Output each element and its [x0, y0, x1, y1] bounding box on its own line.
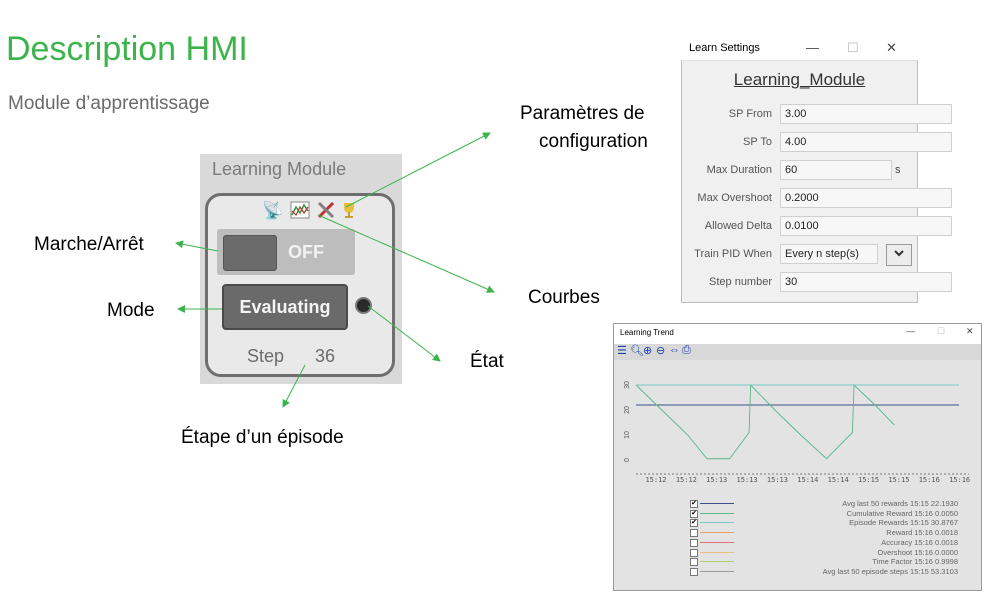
legend-swatch	[700, 570, 734, 572]
legend-checkbox[interactable]	[690, 567, 698, 576]
field-input[interactable]: 0.2000	[780, 188, 952, 208]
trend-close-icon[interactable]: ✕	[966, 326, 974, 337]
close-icon[interactable]: ✕	[886, 40, 897, 56]
field-label: Step number	[709, 276, 772, 288]
field-input[interactable]: 4.00	[780, 132, 952, 152]
legend-swatch	[700, 512, 734, 514]
y-tick-label: 30	[624, 381, 631, 389]
legend-item: ✔ Avg last 50 rewards 15:15 22.1930	[690, 499, 970, 508]
learning-trend-title: Learning Trend	[620, 328, 674, 337]
max-duration-unit: s	[895, 164, 901, 176]
legend-checkbox[interactable]	[690, 548, 698, 557]
x-tick-label: 15:12	[645, 476, 666, 484]
field-label: Train PID When	[694, 248, 772, 260]
x-tick-label: 15:15	[858, 476, 879, 484]
field-input[interactable]: 0.0100	[780, 216, 952, 236]
learn-settings-title: Learn Settings	[689, 42, 760, 54]
trend-maximize-icon[interactable]: ☐	[937, 326, 945, 337]
x-tick-label: 15:13	[737, 476, 758, 484]
legend-item: Accuracy 15:16 0.0018	[690, 538, 970, 547]
legend-checkbox[interactable]: ✔	[690, 509, 698, 518]
x-tick-label: 15:12	[676, 476, 697, 484]
legend-label: Avg last 50 rewards 15:15 22.1930	[842, 499, 958, 508]
legend-label: Reward 15:16 0.0018	[886, 528, 958, 538]
field-input[interactable]: 30	[780, 272, 952, 292]
train-pid-select[interactable]: Every n step(s)	[780, 244, 878, 264]
field-label: Max Overshoot	[697, 192, 772, 204]
legend-label: Accuracy 15:16 0.0018	[881, 537, 958, 547]
zoom-icon[interactable]: 🔍︎	[630, 344, 644, 357]
legend-checkbox[interactable]	[690, 529, 698, 538]
list-icon[interactable]: ☰	[617, 344, 627, 357]
arrow-config	[345, 132, 491, 208]
arrow-marche-arret	[175, 240, 219, 252]
legend-checkbox[interactable]: ✔	[690, 519, 698, 528]
x-tick-label: 15:13	[706, 476, 727, 484]
zoom-out-icon[interactable]: ⊖	[656, 344, 665, 357]
arrow-courbes	[317, 214, 495, 293]
series-line-1	[635, 383, 895, 460]
legend-item: Time Factor 15:16 0.9998	[690, 557, 970, 567]
trend-minimize-icon[interactable]: —	[906, 326, 915, 336]
arrow-etape	[282, 364, 306, 408]
field-input[interactable]: 60	[780, 160, 892, 180]
legend-checkbox[interactable]: ✔	[690, 500, 698, 508]
field-label: Max Duration	[706, 164, 772, 176]
x-tick-label: 15:15	[888, 476, 909, 484]
learning-trend-chart: 0 10 20 30 15:12 15:12 15:13 15:13 15:13 15:14 15:…	[624, 381, 970, 484]
zoom-in-icon[interactable]: ⊕	[643, 344, 652, 357]
legend-swatch	[700, 503, 734, 504]
x-tick-label: 15:16	[919, 476, 940, 484]
legend-item: Overshoot 15:16 0.0000	[690, 548, 970, 557]
legend-swatch	[700, 532, 734, 534]
legend-item: Reward 15:16 0.0018	[690, 528, 970, 538]
field-label: SP To	[743, 136, 772, 148]
arrow-etat	[367, 305, 441, 362]
legend-checkbox[interactable]	[690, 558, 698, 567]
legend-item: ✔ Episode Rewards 15:15 30.8767	[690, 518, 970, 528]
legend-swatch	[700, 541, 734, 543]
chevron-down-icon[interactable]	[886, 244, 912, 266]
field-input[interactable]: 3.00	[780, 104, 952, 124]
maximize-icon[interactable]: ☐	[847, 40, 859, 56]
field-label: Allowed Delta	[704, 220, 772, 232]
x-tick-label: 15:14	[828, 476, 849, 484]
legend-label: Cumulative Reward 15:16 0.0050	[846, 508, 958, 518]
x-tick-label: 15:16	[949, 476, 970, 484]
y-tick-label: 20	[624, 406, 631, 414]
legend-label: Overshoot 15:16 0.0000	[877, 547, 958, 557]
learn-settings-heading: Learning_Module	[733, 70, 866, 89]
minimize-icon[interactable]: —	[806, 40, 819, 55]
pan-icon[interactable]: ⇔	[669, 344, 680, 356]
legend-swatch	[700, 551, 734, 553]
legend-swatch	[700, 522, 734, 524]
legend-checkbox[interactable]	[690, 538, 698, 547]
y-tick-label: 10	[624, 431, 631, 439]
print-icon[interactable]: ⎙	[682, 344, 691, 357]
legend-swatch	[700, 561, 734, 563]
legend-label: Episode Rewards 15:15 30.8767	[849, 518, 958, 528]
x-tick-label: 15:14	[797, 476, 818, 484]
field-label: SP From	[728, 108, 772, 120]
y-tick-label: 0	[624, 458, 631, 462]
legend-item: Avg last 50 episode steps 15:15 53.3103	[690, 567, 970, 576]
legend-label: Time Factor 15:16 0.9998	[872, 557, 958, 567]
legend-item: ✔ Cumulative Reward 15:16 0.0050	[690, 509, 970, 518]
legend-label: Avg last 50 episode steps 15:15 53.3103	[822, 566, 958, 576]
x-tick-label: 15:13	[767, 476, 788, 484]
